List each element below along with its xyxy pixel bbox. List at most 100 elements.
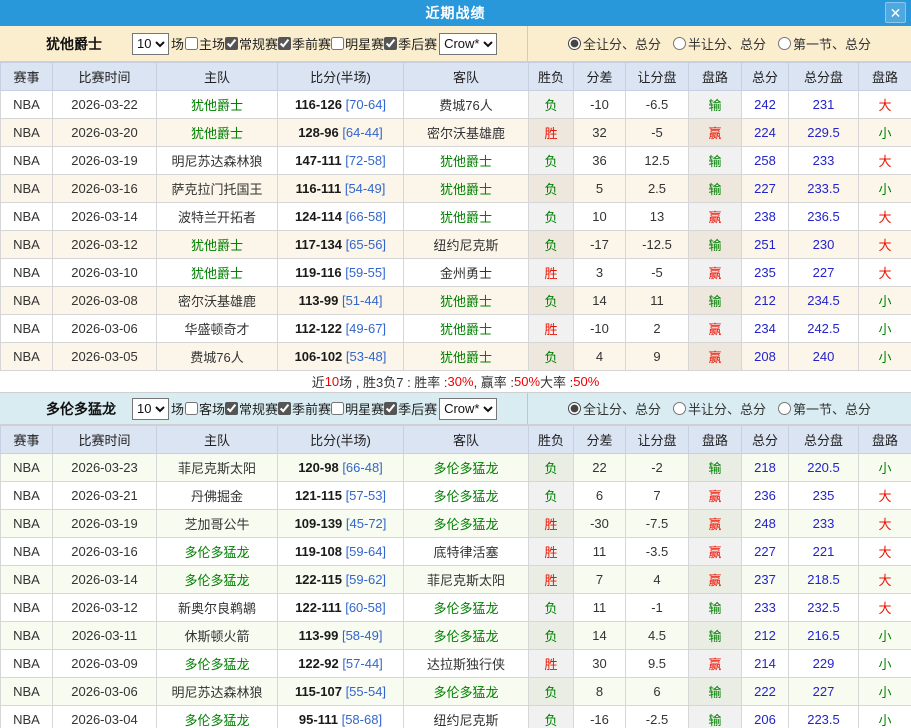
column-header: 客队 bbox=[404, 426, 529, 454]
league-cell: NBA bbox=[1, 287, 53, 315]
date-cell: 2026-03-14 bbox=[53, 203, 157, 231]
handicap-result-cell: 赢 bbox=[689, 566, 742, 594]
total-line-cell: 221 bbox=[789, 538, 859, 566]
handicap-line-cell: -12.5 bbox=[626, 231, 689, 259]
filter-checkbox-label: 主场 bbox=[199, 34, 225, 53]
filter-checkbox[interactable] bbox=[331, 402, 344, 415]
total-points-cell: 235 bbox=[742, 259, 789, 287]
filter-checkbox[interactable] bbox=[225, 37, 238, 50]
result-cell: 胜 bbox=[529, 315, 574, 343]
league-cell: NBA bbox=[1, 622, 53, 650]
filter-checkbox[interactable] bbox=[225, 402, 238, 415]
filter-checkbox-option[interactable]: 常规赛 bbox=[225, 34, 278, 53]
column-header: 盘路 bbox=[859, 426, 911, 454]
handicap-result-cell: 输 bbox=[689, 147, 742, 175]
games-count-select[interactable]: 10 bbox=[132, 33, 169, 55]
table-row: NBA2026-03-12犹他爵士117-134 [65-56]纽约尼克斯负-1… bbox=[1, 231, 911, 259]
table-row: NBA2026-03-06华盛顿奇才112-122 [49-67]犹他爵士胜-1… bbox=[1, 315, 911, 343]
handicap-result-cell: 输 bbox=[689, 454, 742, 482]
scope-radio-option[interactable]: 第一节、总分 bbox=[778, 399, 871, 418]
scope-radio-option[interactable]: 全让分、总分 bbox=[568, 399, 661, 418]
point-diff-cell: 36 bbox=[574, 147, 626, 175]
filter-checkbox-label: 季后赛 bbox=[398, 399, 437, 418]
table-row: NBA2026-03-08密尔沃基雄鹿113-99 [51-44]犹他爵士负14… bbox=[1, 287, 911, 315]
table-row: NBA2026-03-06明尼苏达森林狼115-107 [55-54]多伦多猛龙… bbox=[1, 678, 911, 706]
handicap-result-cell: 输 bbox=[689, 678, 742, 706]
games-count-select[interactable]: 10 bbox=[132, 398, 169, 420]
handicap-result-cell: 赢 bbox=[689, 259, 742, 287]
scope-radio[interactable] bbox=[568, 402, 581, 415]
filter-checkbox[interactable] bbox=[278, 402, 291, 415]
filter-checkbox-option[interactable]: 明星赛 bbox=[331, 34, 384, 53]
handicap-line-cell: 9 bbox=[626, 343, 689, 371]
column-header: 胜负 bbox=[529, 63, 574, 91]
score-cell: 112-122 [49-67] bbox=[278, 315, 404, 343]
handicap-line-cell: -3.5 bbox=[626, 538, 689, 566]
filter-checkbox-option[interactable]: 客场 bbox=[185, 399, 225, 418]
over-under-cell: 大 bbox=[859, 594, 911, 622]
filter-checkbox-option[interactable]: 季后赛 bbox=[384, 399, 437, 418]
scope-radio[interactable] bbox=[778, 37, 791, 50]
total-points-cell: 214 bbox=[742, 650, 789, 678]
table-row: NBA2026-03-20犹他爵士128-96 [64-44]密尔沃基雄鹿胜32… bbox=[1, 119, 911, 147]
result-cell: 负 bbox=[529, 147, 574, 175]
away-team-cell: 多伦多猛龙 bbox=[404, 510, 529, 538]
stat-source-select[interactable]: Crow* bbox=[439, 398, 497, 420]
half-score: [70-64] bbox=[346, 97, 386, 112]
filter-checkbox-option[interactable]: 季前赛 bbox=[278, 34, 331, 53]
dialog-title: 近期战绩 bbox=[426, 3, 486, 23]
scope-radio-option[interactable]: 半让分、总分 bbox=[673, 34, 766, 53]
stat-source-select[interactable]: Crow* bbox=[439, 33, 497, 55]
score-cell: 122-115 [59-62] bbox=[278, 566, 404, 594]
league-cell: NBA bbox=[1, 706, 53, 728]
filter-checkbox[interactable] bbox=[278, 37, 291, 50]
scope-radio-option[interactable]: 全让分、总分 bbox=[568, 34, 661, 53]
handicap-line-cell: -5 bbox=[626, 259, 689, 287]
result-cell: 负 bbox=[529, 287, 574, 315]
scope-radio[interactable] bbox=[673, 402, 686, 415]
filter-checkbox-option[interactable]: 主场 bbox=[185, 34, 225, 53]
games-unit-label: 场 bbox=[171, 34, 184, 53]
result-cell: 胜 bbox=[529, 650, 574, 678]
filter-checkbox-option[interactable]: 季后赛 bbox=[384, 34, 437, 53]
filter-checkbox[interactable] bbox=[384, 402, 397, 415]
total-line-cell: 218.5 bbox=[789, 566, 859, 594]
close-icon: ✕ bbox=[890, 4, 902, 22]
filter-checkbox[interactable] bbox=[185, 402, 198, 415]
point-diff-cell: 11 bbox=[574, 594, 626, 622]
scope-radio[interactable] bbox=[778, 402, 791, 415]
handicap-result-cell: 输 bbox=[689, 622, 742, 650]
handicap-line-cell: 4 bbox=[626, 566, 689, 594]
dialog-titlebar: 近期战绩 ✕ bbox=[0, 0, 911, 26]
total-points-cell: 237 bbox=[742, 566, 789, 594]
scope-radio-option[interactable]: 半让分、总分 bbox=[673, 399, 766, 418]
date-cell: 2026-03-19 bbox=[53, 147, 157, 175]
over-under-cell: 小 bbox=[859, 175, 911, 203]
home-team-cell: 犹他爵士 bbox=[157, 91, 278, 119]
half-score: [45-72] bbox=[346, 516, 386, 531]
scope-radio-option[interactable]: 第一节、总分 bbox=[778, 34, 871, 53]
filter-checkbox-option[interactable]: 明星赛 bbox=[331, 399, 384, 418]
filter-checkbox[interactable] bbox=[185, 37, 198, 50]
away-team-cell: 菲尼克斯太阳 bbox=[404, 566, 529, 594]
total-points-cell: 233 bbox=[742, 594, 789, 622]
score-cell: 113-99 [58-49] bbox=[278, 622, 404, 650]
column-header: 盘路 bbox=[859, 63, 911, 91]
league-cell: NBA bbox=[1, 315, 53, 343]
over-under-cell: 小 bbox=[859, 287, 911, 315]
filter-checkbox-option[interactable]: 季前赛 bbox=[278, 399, 331, 418]
total-points-cell: 227 bbox=[742, 538, 789, 566]
scope-radio-group: 全让分、总分半让分、总分第一节、总分 bbox=[528, 393, 911, 424]
home-team-cell: 芝加哥公牛 bbox=[157, 510, 278, 538]
handicap-line-cell: 4.5 bbox=[626, 622, 689, 650]
filter-checkbox[interactable] bbox=[384, 37, 397, 50]
scope-radio[interactable] bbox=[568, 37, 581, 50]
column-header: 让分盘 bbox=[626, 63, 689, 91]
total-points-cell: 251 bbox=[742, 231, 789, 259]
filter-checkbox-option[interactable]: 常规赛 bbox=[225, 399, 278, 418]
table-row: NBA2026-03-23菲尼克斯太阳120-98 [66-48]多伦多猛龙负2… bbox=[1, 454, 911, 482]
close-button[interactable]: ✕ bbox=[885, 2, 906, 23]
filter-checkbox[interactable] bbox=[331, 37, 344, 50]
point-diff-cell: 14 bbox=[574, 622, 626, 650]
scope-radio[interactable] bbox=[673, 37, 686, 50]
